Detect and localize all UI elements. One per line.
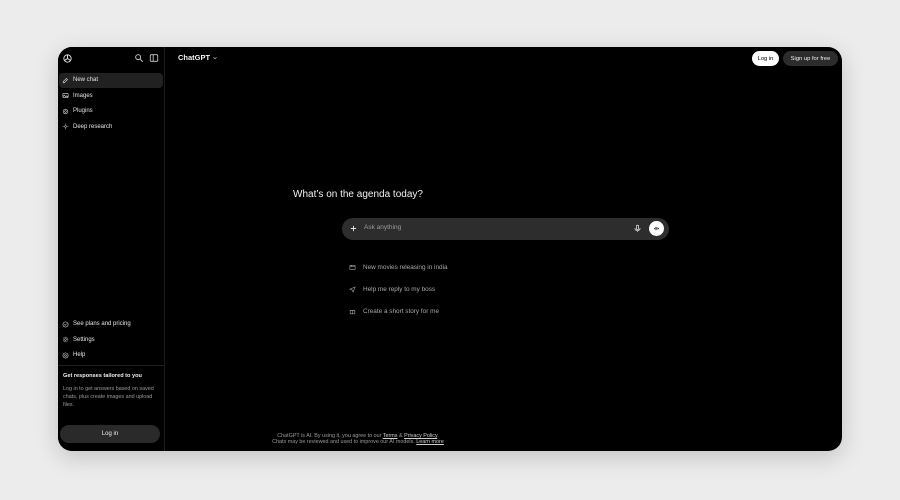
chevron-down-icon (213, 56, 217, 59)
page-title: What’s on the agenda today? (293, 189, 423, 200)
footer-line-2: Chats may be reviewed and used to improv… (208, 439, 508, 445)
sidebar-header (58, 47, 165, 69)
plus-icon[interactable] (349, 224, 358, 233)
sidebar-item-label: Plugins (73, 108, 93, 115)
sidebar-login-button[interactable]: Log in (60, 425, 160, 443)
send-icon (349, 285, 356, 293)
legal-footer: ChatGPT is AI. By using it, you agree to… (208, 433, 508, 445)
sidebar-item-label: Help (73, 352, 86, 359)
model-selector[interactable]: ChatGPT (178, 53, 218, 62)
sidebar-bottom-nav: See plans and pricing Settings Help (59, 317, 163, 364)
sidebar-item-label: Deep research (73, 123, 113, 130)
sidebar-item-settings[interactable]: Settings (59, 333, 163, 348)
sidebar: New chat Images Plugins Deep research Se… (58, 47, 165, 451)
sidebar-item-new-chat[interactable]: New chat (59, 73, 163, 88)
gift-icon (349, 309, 356, 314)
model-label: ChatGPT (178, 53, 211, 62)
voice-wave-icon (654, 226, 659, 231)
learn-more-link[interactable]: Learn more (416, 439, 444, 445)
sidebar-item-plugins[interactable]: Plugins (59, 104, 163, 119)
new-chat-icon (62, 77, 68, 83)
voice-mode-button[interactable] (649, 221, 664, 236)
openai-logo-icon[interactable] (62, 53, 73, 64)
plans-icon (62, 321, 69, 328)
search-icon[interactable] (134, 53, 144, 63)
sidebar-nav: New chat Images Plugins Deep research (59, 73, 163, 135)
deep-research-icon (62, 123, 69, 130)
sidebar-item-images[interactable]: Images (59, 89, 163, 104)
login-promo: Get responses tailored to you Log in to … (63, 373, 161, 409)
suggestion-label: New movies releasing in india (363, 263, 448, 271)
plugins-icon (62, 108, 69, 114)
chatgpt-window: New chat Images Plugins Deep research Se… (58, 47, 842, 451)
sidebar-item-label: New chat (73, 77, 99, 84)
film-icon (349, 264, 356, 270)
prompt-input[interactable]: Ask anything (364, 224, 401, 231)
signup-button[interactable]: Sign up for free (783, 51, 838, 66)
help-icon (62, 352, 69, 359)
sidebar-item-plans[interactable]: See plans and pricing (59, 317, 163, 332)
suggestion-item[interactable]: Help me reply to my boss (349, 278, 549, 300)
toggle-sidebar-icon[interactable] (149, 53, 159, 63)
sidebar-item-help[interactable]: Help (59, 348, 163, 363)
microphone-icon[interactable] (633, 224, 642, 233)
footer-text: Chats may be reviewed and used to improv… (272, 439, 417, 445)
sidebar-divider (58, 365, 165, 366)
suggestion-label: Help me reply to my boss (363, 285, 436, 293)
images-icon (62, 93, 69, 99)
promo-title: Get responses tailored to you (63, 373, 142, 379)
suggestion-item[interactable]: New movies releasing in india (349, 256, 549, 278)
settings-icon (62, 337, 69, 343)
suggestions-list: New movies releasing in india Help me re… (349, 256, 549, 322)
sidebar-item-label: Images (73, 92, 93, 99)
suggestion-label: Create a short story for me (363, 307, 440, 315)
header-login-button[interactable]: Log in (752, 51, 779, 66)
sidebar-item-label: Settings (73, 336, 95, 343)
sidebar-item-deep-research[interactable]: Deep research (59, 120, 163, 135)
composer: Ask anything (342, 218, 669, 240)
suggestion-item[interactable]: Create a short story for me (349, 300, 549, 322)
promo-description: Log in to get answers based on saved cha… (63, 386, 154, 408)
sidebar-item-label: See plans and pricing (73, 321, 131, 328)
